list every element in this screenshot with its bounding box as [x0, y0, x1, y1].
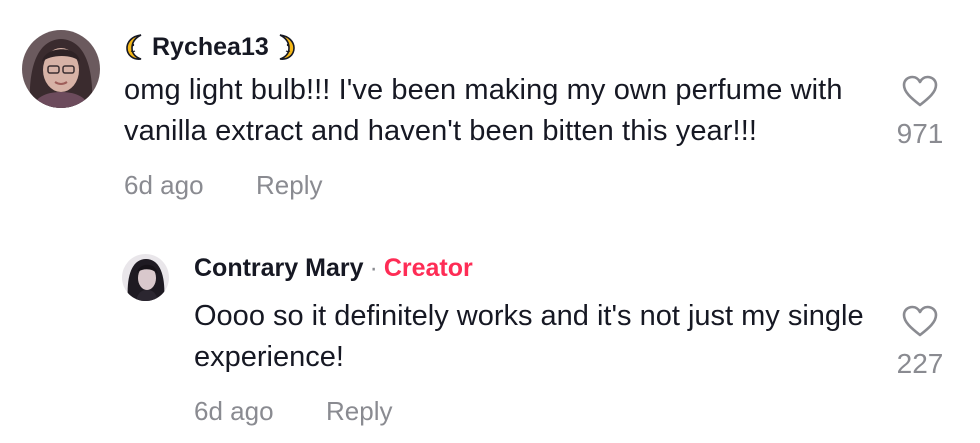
- like-control[interactable]: 227: [890, 304, 950, 380]
- crescent-moon-icon: [126, 34, 142, 60]
- separator: ·: [369, 254, 378, 282]
- avatar[interactable]: [122, 254, 169, 301]
- comment-meta: 6d ago Reply: [124, 170, 869, 201]
- comment-body: Rychea13 omg light bulb!!! I've been mak…: [124, 28, 869, 201]
- heart-icon[interactable]: [901, 304, 939, 338]
- comment-meta: 6d ago Reply: [194, 396, 874, 427]
- crescent-moon-icon: [279, 34, 295, 60]
- like-control[interactable]: 971: [890, 74, 950, 150]
- avatar[interactable]: [22, 30, 100, 108]
- comment-timestamp: 6d ago: [194, 396, 274, 426]
- creator-badge: Creator: [383, 254, 473, 282]
- reply-button[interactable]: Reply: [326, 396, 392, 427]
- username-row: Rychea13: [124, 28, 869, 66]
- avatar-photo: [22, 30, 100, 108]
- reply-button[interactable]: Reply: [256, 170, 322, 201]
- comment-text: omg light bulb!!! I've been making my ow…: [124, 74, 843, 147]
- like-count: 971: [896, 118, 944, 149]
- reply-body: Contrary Mary · Creator Oooo so it defin…: [194, 254, 874, 427]
- comment-timestamp: 6d ago: [124, 170, 204, 200]
- heart-icon[interactable]: [901, 74, 939, 108]
- comment-text: Oooo so it definitely works and it's not…: [194, 300, 864, 373]
- comment-username[interactable]: Rychea13: [152, 33, 269, 62]
- avatar-photo: [122, 254, 169, 301]
- username-row: Contrary Mary · Creator: [194, 254, 874, 294]
- comment-username[interactable]: Contrary Mary: [194, 254, 364, 283]
- like-count: 227: [896, 348, 944, 379]
